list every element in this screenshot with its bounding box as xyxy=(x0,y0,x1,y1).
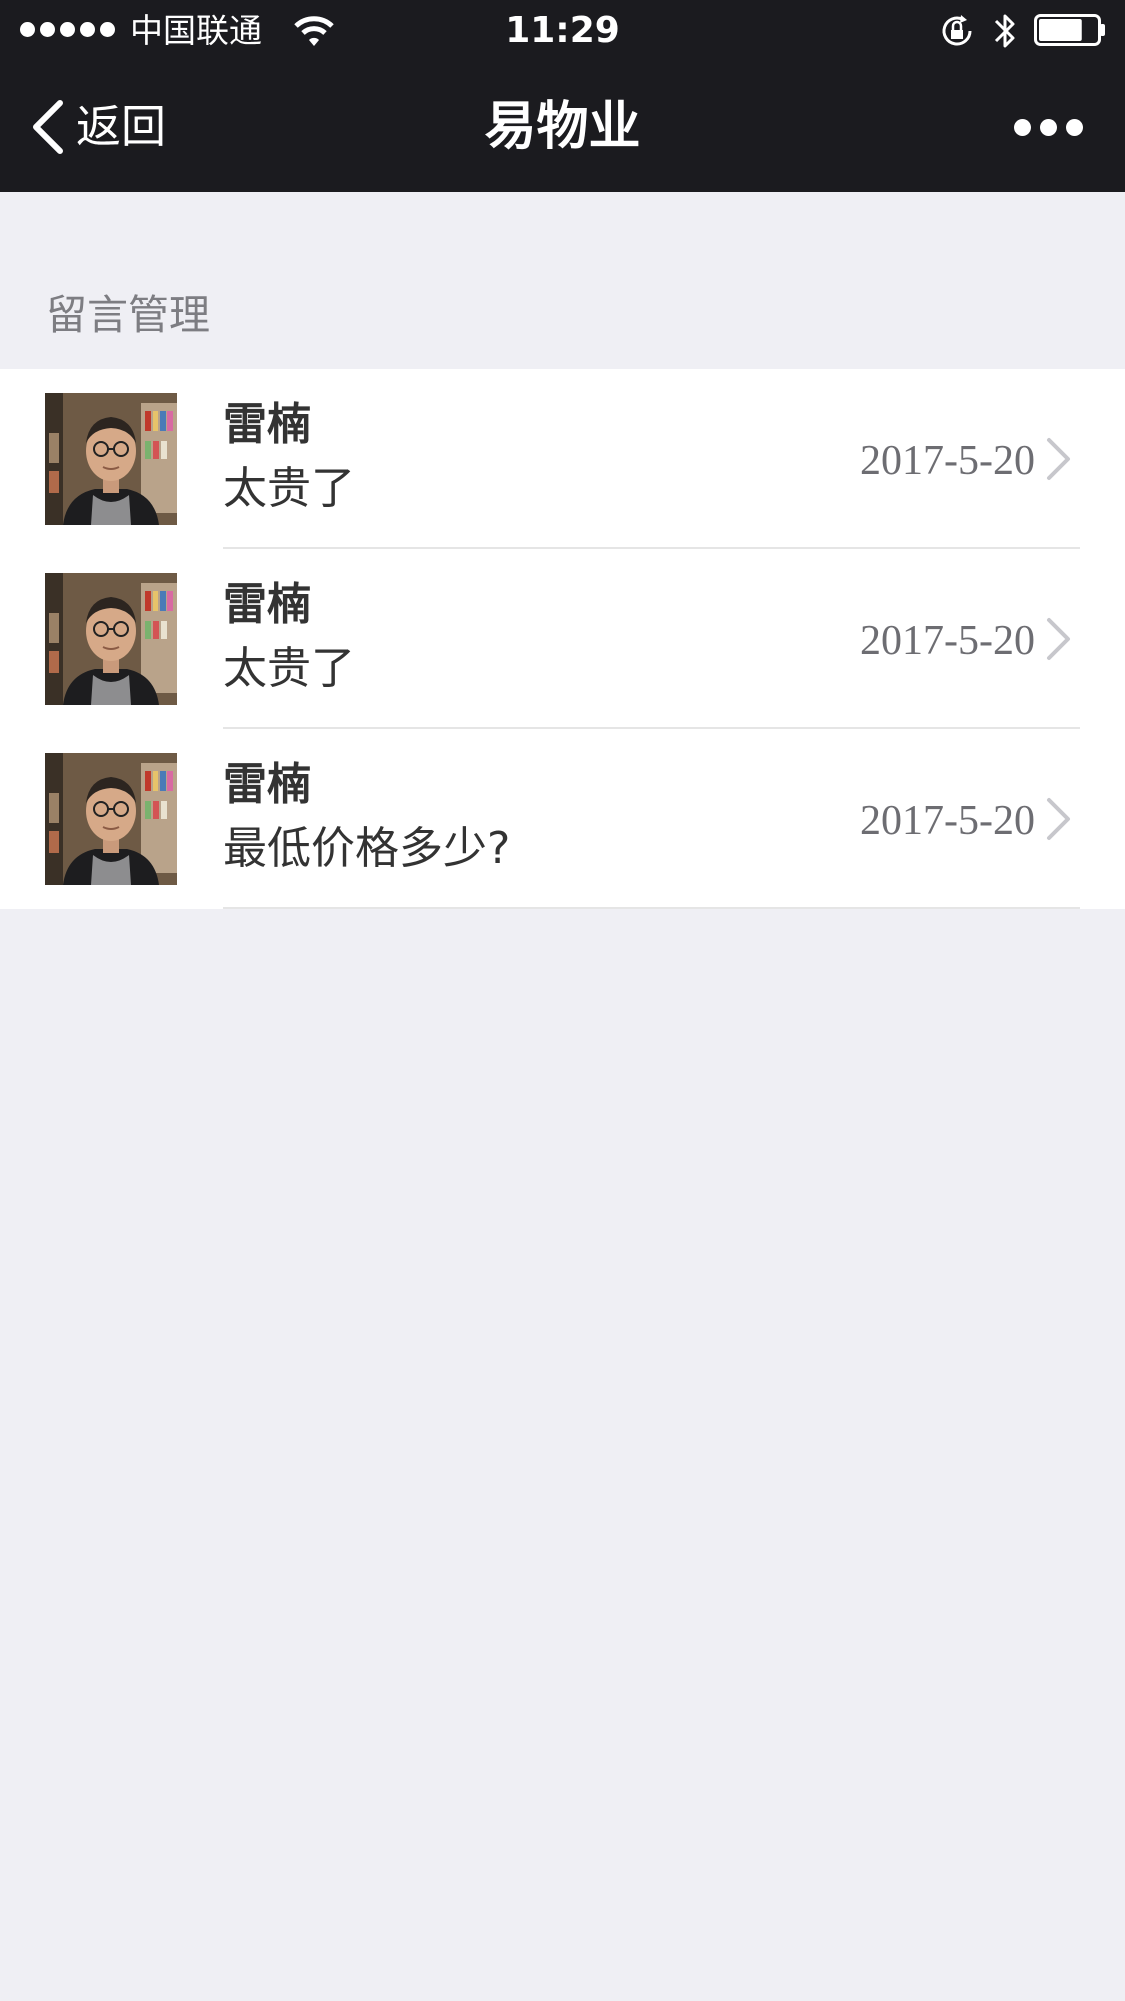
message-date: 2017-5-20 xyxy=(860,438,1035,484)
message-row[interactable]: 雷楠 最低价格多少? 2017-5-20 xyxy=(0,729,1125,909)
avatar xyxy=(45,573,177,705)
rotation-lock-icon xyxy=(942,15,972,46)
more-button[interactable] xyxy=(1014,112,1084,142)
sender-name: 雷楠 xyxy=(223,759,311,810)
message-row[interactable]: 雷楠 太贵了 2017-5-20 xyxy=(0,369,1125,549)
section-title: 留言管理 xyxy=(46,291,210,339)
status-bar: 中国联通 11:29 xyxy=(0,0,1125,62)
avatar xyxy=(45,753,177,885)
message-list: 雷楠 太贵了 2017-5-20 雷楠 太贵了 2017-5-20 雷楠 最低价… xyxy=(0,369,1125,909)
message-text: 最低价格多少? xyxy=(223,823,511,874)
bluetooth-icon xyxy=(994,14,1015,48)
message-date: 2017-5-20 xyxy=(860,618,1035,664)
sender-name: 雷楠 xyxy=(223,579,311,630)
message-date: 2017-5-20 xyxy=(860,798,1035,844)
avatar xyxy=(45,393,177,525)
more-dots-icon xyxy=(1014,118,1031,136)
message-row[interactable]: 雷楠 太贵了 2017-5-20 xyxy=(0,549,1125,729)
page-title: 易物业 xyxy=(484,97,641,157)
sender-name: 雷楠 xyxy=(223,399,311,450)
message-text: 太贵了 xyxy=(223,643,355,694)
chevron-right-icon xyxy=(1047,438,1070,480)
row-divider xyxy=(223,907,1080,909)
message-text: 太贵了 xyxy=(223,463,355,514)
chevron-right-icon xyxy=(1047,618,1070,660)
chevron-right-icon xyxy=(1047,798,1070,840)
battery-icon xyxy=(1034,14,1105,46)
nav-bar: 返回 易物业 xyxy=(0,62,1125,192)
